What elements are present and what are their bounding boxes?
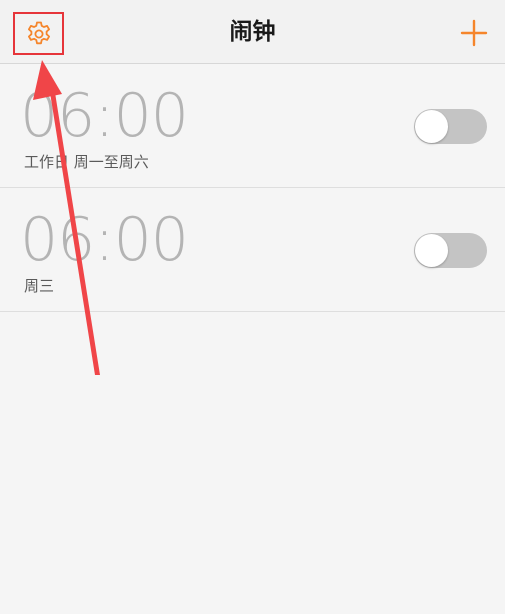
alarm-repeat-label: 周三 [24,277,55,295]
toggle-knob [415,110,448,143]
alarm-list: 06:00 工作日 周一至周六 06:00 周三 [0,64,505,312]
alarm-row[interactable]: 06:00 周三 [0,188,505,312]
alarm-time: 06:00 [20,81,189,151]
add-alarm-button[interactable] [455,14,493,52]
page-title: 闹钟 [229,19,276,45]
alarm-time: 06:00 [20,205,189,275]
alarm-repeat-label: 工作日 周一至周六 [24,153,149,171]
alarm-row[interactable]: 06:00 工作日 周一至周六 [0,64,505,188]
toggle-knob [415,234,448,267]
plus-icon [455,19,493,56]
navigation-bar: 闹钟 [0,0,505,64]
alarm-toggle[interactable] [414,233,487,268]
alarm-toggle[interactable] [414,109,487,144]
